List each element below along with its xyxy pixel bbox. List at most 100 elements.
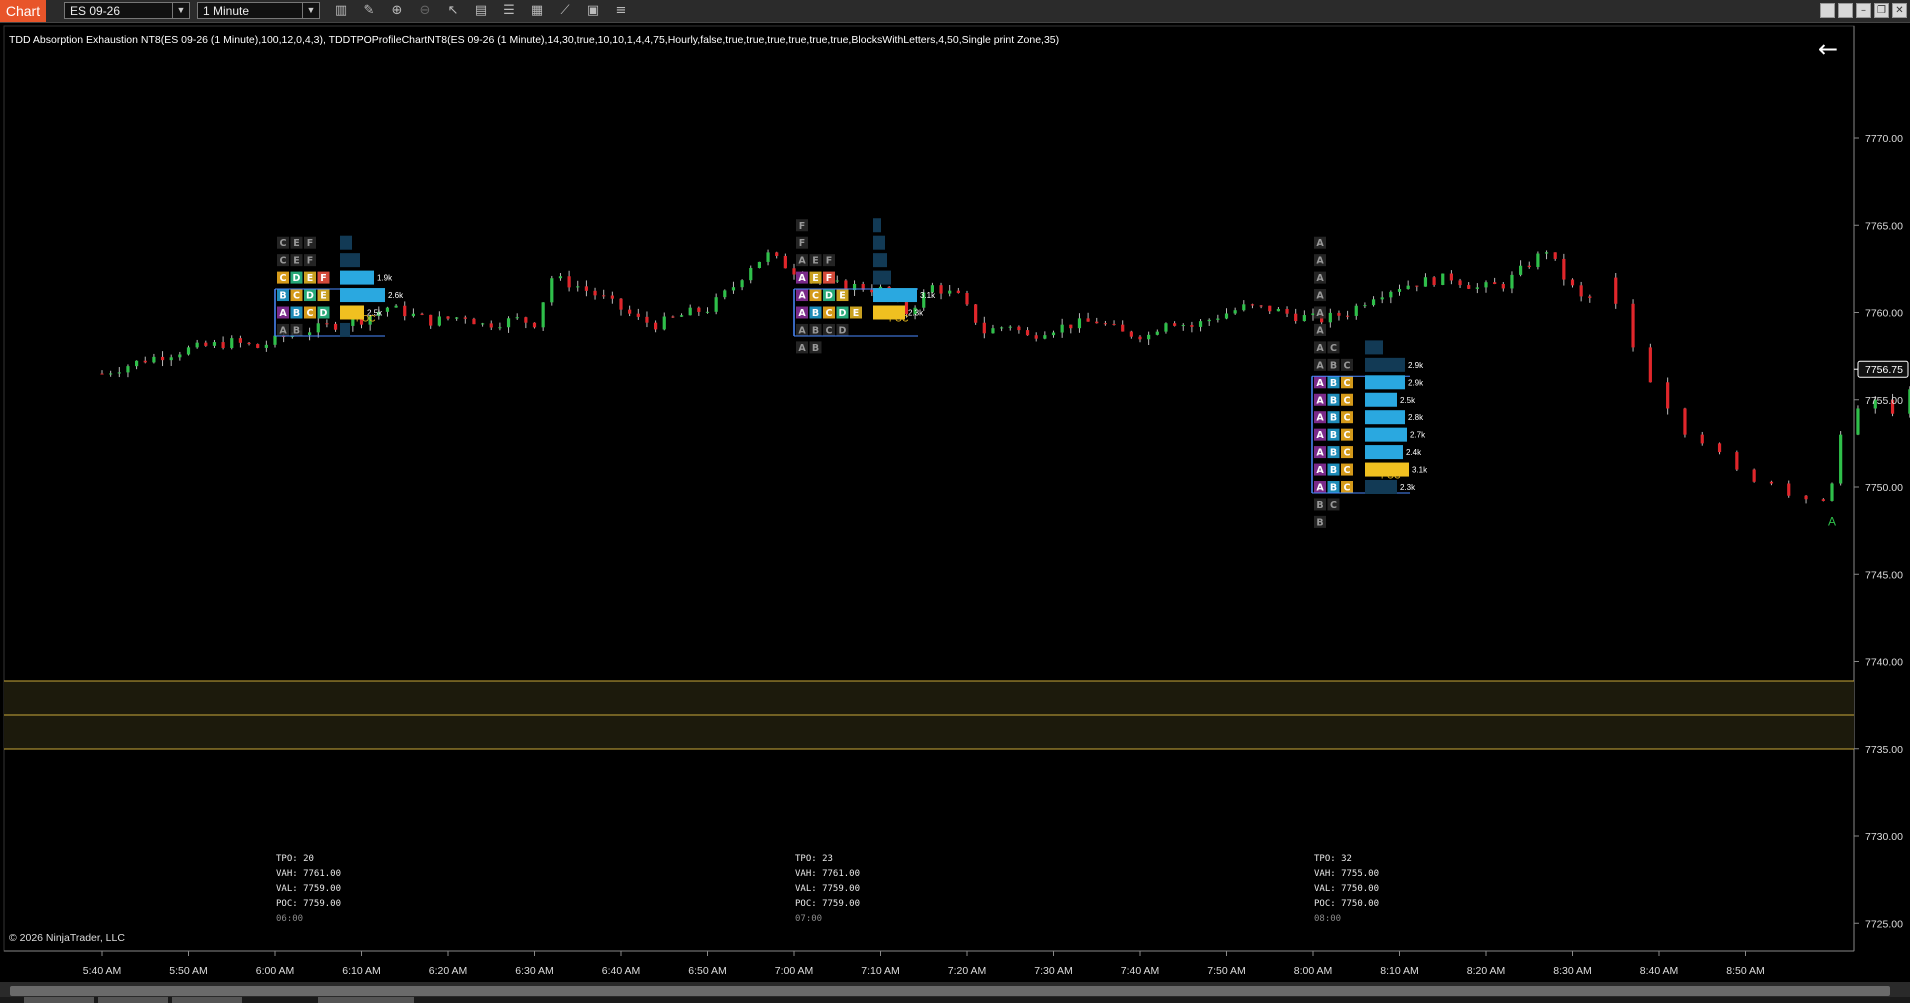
chart-tab-item[interactable]	[98, 997, 168, 1003]
tpo-letter: B	[1316, 500, 1323, 511]
tpo-letter: A	[279, 325, 287, 336]
candle-body	[1423, 277, 1428, 287]
candle-body	[1155, 331, 1159, 335]
candle-body	[1285, 308, 1289, 314]
candle-body	[1700, 434, 1704, 444]
chart-tab-item[interactable]	[24, 997, 94, 1003]
candle-body	[602, 295, 606, 297]
candle-body	[212, 342, 217, 346]
candle-body	[515, 317, 519, 319]
profile-time: 08:00	[1314, 914, 1342, 924]
time-label: 6:30 AM	[515, 965, 554, 977]
time-label: 7:30 AM	[1034, 965, 1073, 977]
chart-tab-item[interactable]	[172, 997, 242, 1003]
price-label: 7770.00	[1865, 133, 1903, 145]
candle-body	[489, 323, 493, 328]
candle-body	[1666, 382, 1670, 409]
candle-body	[1017, 326, 1021, 331]
candle-body	[1493, 282, 1497, 285]
arrow-left-icon[interactable]: ←	[1818, 37, 1838, 61]
volume-bar	[340, 288, 385, 303]
tpo-stats-0700: TPO: 23 VAH: 7761.00 VAL: 7759.00 POC: 7…	[795, 852, 860, 927]
candle-body	[1354, 305, 1358, 316]
time-label: 8:40 AM	[1640, 965, 1679, 977]
poc-value: POC: 7750.00	[1314, 899, 1380, 909]
candle-body	[576, 286, 580, 288]
candle-body	[351, 318, 355, 326]
volume-bar	[873, 270, 891, 285]
tpo-letter: A	[798, 325, 806, 336]
tpo-letter: A	[1316, 378, 1324, 389]
candle-body	[1441, 273, 1445, 285]
profile-time: 06:00	[276, 914, 304, 924]
tpo-letter: E	[293, 238, 300, 249]
tpo-letter: C	[293, 291, 300, 302]
tpo-letter: D	[839, 325, 847, 336]
candle-body	[1043, 335, 1047, 339]
poc-value: POC: 7759.00	[795, 899, 861, 909]
tpo-letter: D	[320, 308, 328, 319]
volume-label: 2.3k	[1400, 483, 1416, 492]
time-label: 8:20 AM	[1467, 965, 1506, 977]
candle-body	[1129, 331, 1133, 337]
tpo-letter: B	[1330, 360, 1337, 371]
volume-bar	[1365, 357, 1405, 372]
candle-body	[567, 276, 571, 288]
volume-label: 2.8k	[1408, 413, 1424, 422]
volume-label: 1.9k	[377, 274, 393, 283]
volume-bar	[873, 235, 885, 250]
tpo-letter: C	[280, 256, 287, 267]
tpo-letter: B	[1330, 413, 1337, 424]
candle-body	[939, 285, 943, 294]
tpo-letter: F	[307, 238, 314, 249]
candle-body	[1432, 277, 1436, 285]
tpo-letter: F	[799, 238, 806, 249]
volume-bar	[340, 322, 350, 337]
candle-body	[403, 305, 407, 317]
price-label: 7735.00	[1865, 744, 1903, 756]
time-label: 8:00 AM	[1294, 965, 1333, 977]
candle-body	[610, 295, 614, 299]
candle-body	[870, 289, 874, 293]
candle-body	[446, 316, 450, 319]
tpo-letter: E	[320, 291, 327, 302]
candle-body	[792, 268, 796, 275]
chart-tab-item[interactable]	[318, 997, 414, 1003]
time-label: 7:10 AM	[861, 965, 900, 977]
candle-body	[766, 252, 770, 262]
candle-body	[308, 332, 312, 336]
tpo-letter: B	[812, 325, 819, 336]
tpo-letter: B	[812, 308, 819, 319]
time-label: 7:50 AM	[1207, 965, 1246, 977]
candle-body	[1250, 304, 1255, 306]
tpo-letter: A	[798, 308, 806, 319]
tpo-letter: B	[293, 325, 300, 336]
candle-body	[835, 280, 839, 282]
price-label: 7755.00	[1865, 395, 1903, 407]
price-label: 7740.00	[1865, 657, 1903, 669]
volume-bar	[340, 270, 374, 285]
candle-body	[247, 342, 251, 345]
poc-tag: POC	[889, 314, 909, 324]
candle-body	[117, 372, 121, 374]
tpo-letter: E	[812, 273, 819, 284]
tpo-letter: A	[1316, 430, 1324, 441]
price-label: 7730.00	[1865, 831, 1903, 843]
candle-body	[1830, 483, 1834, 501]
candle-body	[1415, 285, 1419, 287]
price-label: 7765.00	[1865, 220, 1903, 232]
tpo-letter: C	[1344, 465, 1351, 476]
tpo-letter: A	[279, 308, 287, 319]
scrollbar-thumb[interactable]	[10, 986, 1890, 996]
candle-body	[506, 318, 511, 328]
tpo-count: TPO: 32	[1314, 854, 1352, 864]
candle-body	[1207, 319, 1211, 322]
tpo-letter: A	[1316, 343, 1324, 354]
time-label: 7:40 AM	[1121, 965, 1160, 977]
tpo-letter: C	[826, 325, 833, 336]
tpo-letter: D	[839, 308, 847, 319]
candle-body	[1328, 312, 1332, 323]
tpo-letter: C	[1344, 395, 1351, 406]
candle-body	[714, 297, 718, 312]
price-label: 7760.00	[1865, 308, 1903, 320]
